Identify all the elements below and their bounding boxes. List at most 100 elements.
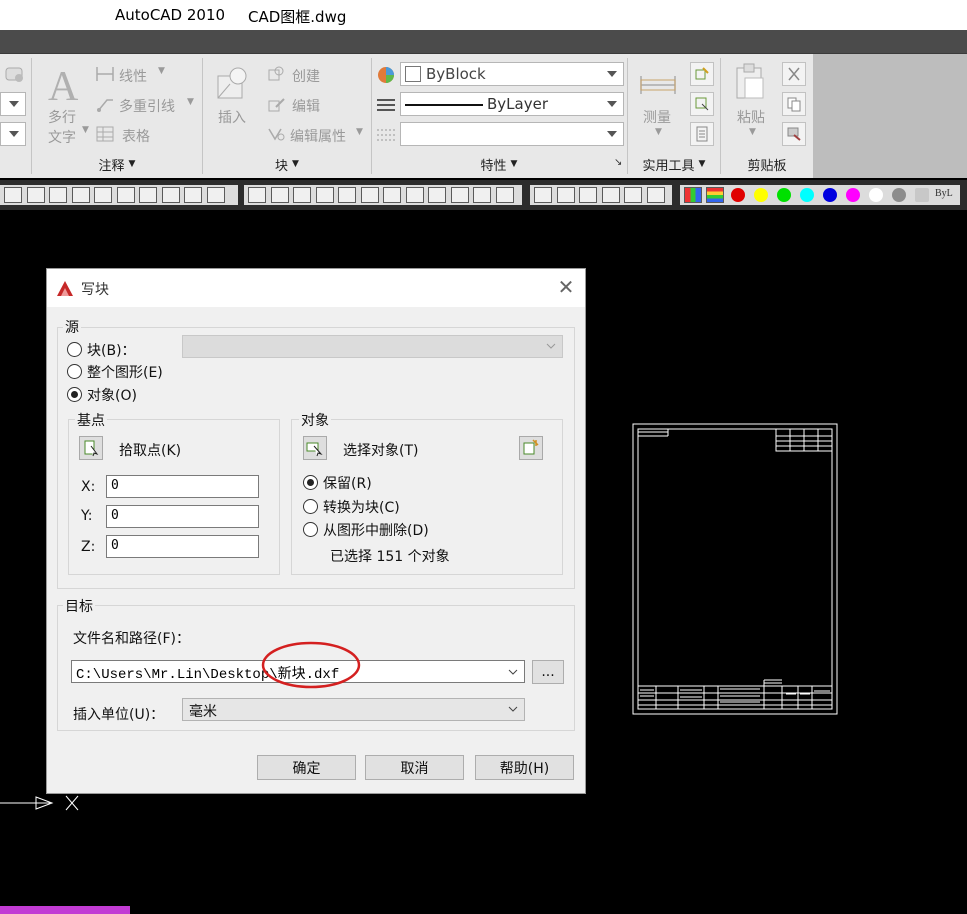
toolbar-tool-icon[interactable] [248, 187, 266, 203]
toolbar-tool-icon[interactable] [383, 187, 401, 203]
radio-retain-label[interactable]: 保留(R) [323, 473, 372, 493]
y-input[interactable]: 0 [106, 505, 259, 528]
dialog-launcher-icon[interactable]: ↘ [614, 157, 622, 168]
paste-icon[interactable] [732, 62, 768, 102]
toolbar-tool-icon[interactable] [293, 187, 311, 203]
toolbar-tool-icon[interactable] [361, 187, 379, 203]
table-label[interactable]: 表格 [122, 126, 150, 146]
toolbar-tool-icon[interactable] [27, 187, 45, 203]
color-wheel-icon[interactable] [375, 64, 397, 86]
quick-select-button[interactable] [519, 436, 543, 460]
edit-attribute-label[interactable]: 编辑属性 [290, 126, 346, 146]
pick-point-button[interactable] [79, 436, 103, 460]
toolbar-tool-icon[interactable] [624, 187, 642, 203]
layer-icon[interactable] [2, 62, 28, 86]
select-objects-label[interactable]: 选择对象(T) [343, 440, 418, 460]
select-objects-icon[interactable] [690, 92, 714, 116]
toolbar-tool-icon[interactable] [162, 187, 180, 203]
block-name-dropdown[interactable] [182, 335, 563, 358]
edit-block-icon[interactable] [266, 95, 286, 113]
radio-whole-drawing-label[interactable]: 整个图形(E) [87, 362, 163, 382]
chevron-down-icon[interactable]: ▼ [749, 127, 756, 137]
chevron-down-icon[interactable]: ▼ [187, 97, 194, 107]
toolbar-tool-icon[interactable] [406, 187, 424, 203]
color-combo[interactable]: ByBlock [400, 62, 624, 86]
edit-label[interactable]: 编辑 [292, 96, 320, 116]
color-swatch[interactable] [915, 188, 929, 202]
color-gradient-icon[interactable] [706, 187, 724, 203]
multileader-label[interactable]: 多重引线 [119, 96, 175, 116]
edit-attribute-icon[interactable] [266, 125, 286, 143]
color-swatch[interactable] [823, 188, 837, 202]
toolbar-tool-icon[interactable] [602, 187, 620, 203]
color-palette-icon[interactable] [684, 187, 702, 203]
toolbar-tool-icon[interactable] [579, 187, 597, 203]
toolbar-tool-icon[interactable] [184, 187, 202, 203]
toolbar-tool-icon[interactable] [94, 187, 112, 203]
lineweight-combo[interactable] [400, 122, 624, 146]
multileader-icon[interactable] [95, 95, 115, 113]
toolbar-tool-icon[interactable] [139, 187, 157, 203]
toolbar-tool-icon[interactable] [271, 187, 289, 203]
quick-select-icon[interactable] [690, 62, 714, 86]
radio-objects-label[interactable]: 对象(O) [87, 385, 137, 405]
radio-convert[interactable] [303, 499, 318, 514]
cut-icon[interactable] [782, 62, 806, 86]
layer-combo[interactable] [0, 92, 26, 116]
color-swatch[interactable] [846, 188, 860, 202]
color-swatch[interactable] [777, 188, 791, 202]
toolbar-tool-icon[interactable] [496, 187, 514, 203]
block-panel-title[interactable]: 块 ▼ [203, 154, 371, 174]
color-swatch[interactable] [869, 188, 883, 202]
toolbar-tool-icon[interactable] [207, 187, 225, 203]
linetype-icon[interactable] [375, 94, 397, 116]
paste-label[interactable]: 粘贴 [737, 107, 765, 127]
linear-label[interactable]: 线性 [119, 66, 147, 86]
toolbar-tool-icon[interactable] [49, 187, 67, 203]
layer-combo-2[interactable] [0, 122, 26, 146]
chevron-down-icon[interactable]: ▼ [158, 66, 165, 76]
pick-point-label[interactable]: 拾取点(K) [119, 440, 181, 460]
select-objects-button[interactable] [303, 436, 327, 460]
x-input[interactable]: 0 [106, 475, 259, 498]
toolbar-tool-icon[interactable] [72, 187, 90, 203]
annotation-panel-title[interactable]: 注释 ▼ [32, 154, 202, 174]
toolbar-tool-icon[interactable] [473, 187, 491, 203]
radio-convert-label[interactable]: 转换为块(C) [323, 497, 400, 517]
toolbar-tool-icon[interactable] [451, 187, 469, 203]
chevron-down-icon[interactable]: ▼ [356, 127, 363, 137]
toolbar-tool-icon[interactable] [338, 187, 356, 203]
toolbar-tool-icon[interactable] [557, 187, 575, 203]
units-dropdown[interactable]: 毫米 [182, 698, 525, 721]
radio-objects[interactable] [67, 387, 82, 402]
color-swatch[interactable] [731, 188, 745, 202]
toolbar-tool-icon[interactable] [4, 187, 22, 203]
color-swatch[interactable] [754, 188, 768, 202]
multiline-text-label-2[interactable]: 文字 [48, 127, 76, 147]
multiline-text-icon[interactable]: A [44, 60, 82, 106]
color-swatch[interactable] [800, 188, 814, 202]
z-input[interactable]: 0 [106, 535, 259, 558]
close-icon[interactable]: ✕ [555, 277, 577, 299]
color-swatch[interactable] [892, 188, 906, 202]
measure-label[interactable]: 测量 [643, 107, 671, 127]
create-label[interactable]: 创建 [292, 66, 320, 86]
multiline-text-label[interactable]: 多行 [48, 107, 76, 127]
copy-icon[interactable] [782, 92, 806, 116]
toolbar-tool-icon[interactable] [647, 187, 665, 203]
radio-delete-label[interactable]: 从图形中删除(D) [323, 520, 429, 540]
radio-whole-drawing[interactable] [67, 364, 82, 379]
radio-delete[interactable] [303, 522, 318, 537]
toolbar-tool-icon[interactable] [117, 187, 135, 203]
calculator-icon[interactable] [690, 122, 714, 146]
toolbar-tool-icon[interactable] [428, 187, 446, 203]
match-properties-icon[interactable] [782, 122, 806, 146]
toolbar-tool-icon[interactable] [534, 187, 552, 203]
properties-panel-title[interactable]: 特性 ▼ [372, 154, 626, 174]
utilities-panel-title[interactable]: 实用工具 ▼ [628, 154, 720, 174]
insert-block-icon[interactable] [214, 62, 254, 104]
table-icon[interactable] [95, 125, 115, 143]
insert-label[interactable]: 插入 [218, 107, 246, 127]
radio-retain[interactable] [303, 475, 318, 490]
help-button[interactable]: 帮助(H) [475, 755, 574, 780]
